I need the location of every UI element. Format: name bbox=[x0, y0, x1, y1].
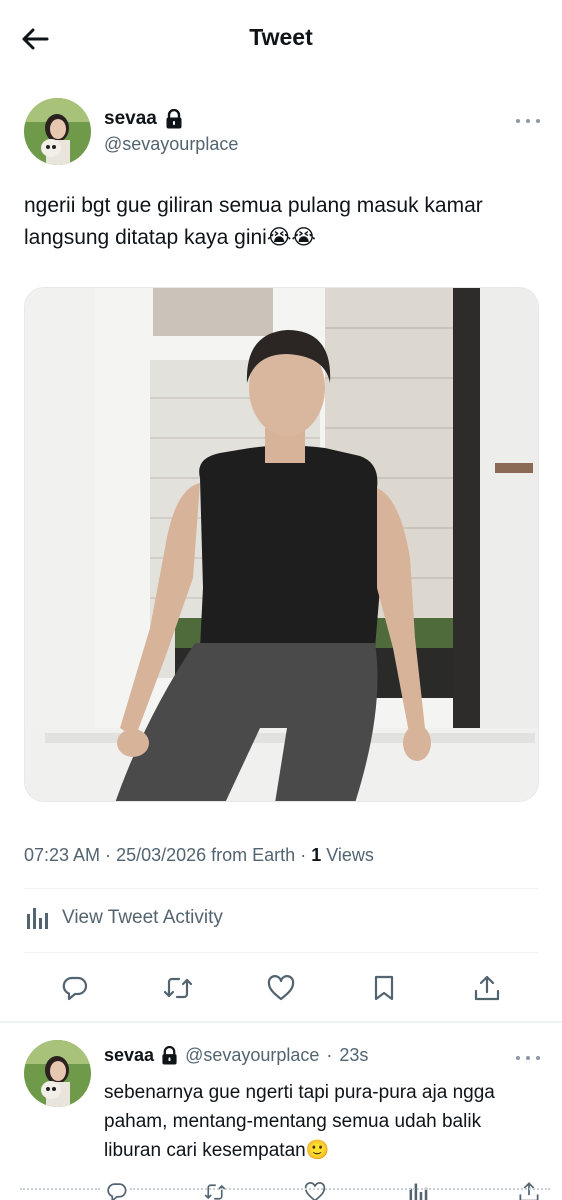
more-icon[interactable] bbox=[516, 116, 540, 126]
view-tweet-activity-button[interactable]: View Tweet Activity bbox=[24, 905, 223, 931]
reply-author-avatar[interactable] bbox=[24, 1040, 91, 1107]
bookmark-button[interactable] bbox=[364, 968, 404, 1008]
views-count: 1 bbox=[311, 845, 322, 865]
like-button[interactable] bbox=[261, 968, 301, 1008]
more-icon[interactable] bbox=[516, 1053, 540, 1063]
reply-author-handle[interactable]: @sevayourplace bbox=[185, 1045, 319, 1066]
section-divider bbox=[0, 1021, 562, 1023]
reply-button[interactable] bbox=[102, 1177, 132, 1200]
tweet-source: from Earth bbox=[206, 845, 296, 865]
divider bbox=[24, 952, 539, 953]
reply-time[interactable]: 23s bbox=[339, 1045, 368, 1066]
bookmark-icon bbox=[374, 975, 394, 1001]
reply-author-name[interactable]: sevaa bbox=[104, 1045, 154, 1066]
reply-dot: · bbox=[326, 1045, 333, 1065]
reply-text: sebenarnya gue ngerti tapi pura-pura aja… bbox=[104, 1082, 495, 1161]
author-name-row[interactable]: sevaa bbox=[104, 108, 183, 130]
lock-icon bbox=[166, 109, 182, 129]
page-title: Tweet bbox=[249, 24, 313, 50]
overflow-artifact bbox=[20, 1188, 100, 1192]
top-bar: Tweet bbox=[0, 0, 562, 78]
views-label: Views bbox=[321, 845, 374, 865]
tweet-meta: 07:23 AM · 25/03/2026 from Earth · 1 Vie… bbox=[24, 845, 374, 866]
activity-label: View Tweet Activity bbox=[62, 907, 223, 928]
meta-separator: · bbox=[100, 845, 117, 865]
reply-header: sevaa @sevayourplace · 23s bbox=[104, 1045, 368, 1066]
overflow-artifact bbox=[130, 1188, 550, 1192]
tweet-media-image[interactable] bbox=[24, 287, 539, 802]
lock-icon bbox=[162, 1046, 177, 1065]
tweet-date: 25/03/2026 bbox=[116, 845, 207, 865]
reply-button[interactable] bbox=[55, 968, 95, 1008]
author-name: sevaa bbox=[104, 108, 157, 129]
meta-separator: · bbox=[295, 845, 312, 865]
reply-icon bbox=[107, 1183, 127, 1200]
share-icon bbox=[474, 975, 500, 1001]
author-handle[interactable]: @sevayourplace bbox=[104, 134, 238, 155]
divider bbox=[24, 888, 539, 889]
share-button[interactable] bbox=[467, 968, 507, 1008]
tweet-detail-screen: Tweet sevaa @sevayourplace ngerii bgt gu… bbox=[0, 0, 562, 1200]
tweet-text: ngerii bgt gue giliran semua pulang masu… bbox=[24, 194, 483, 249]
analytics-icon bbox=[27, 908, 48, 929]
tweet-action-bar bbox=[0, 968, 562, 1008]
reply-icon bbox=[62, 976, 88, 1001]
like-icon bbox=[267, 975, 295, 1001]
author-avatar[interactable] bbox=[24, 98, 91, 165]
tweet-time: 07:23 AM bbox=[24, 845, 101, 865]
retweet-button[interactable] bbox=[158, 968, 198, 1008]
retweet-icon bbox=[163, 977, 193, 999]
